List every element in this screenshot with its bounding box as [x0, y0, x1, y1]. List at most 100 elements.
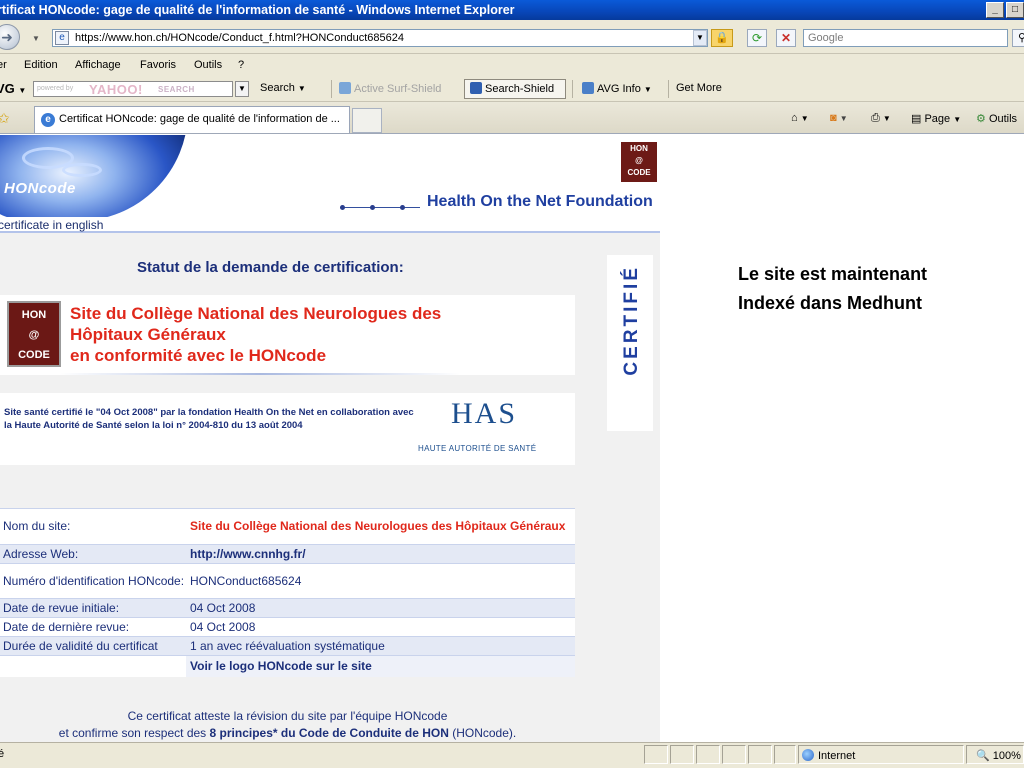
avg-info-icon: [582, 82, 594, 94]
refresh-button[interactable]: ⟳: [747, 29, 767, 47]
table-row: Nom du site: Site du Collège National de…: [0, 508, 575, 544]
menu-fichier[interactable]: er: [0, 59, 7, 71]
yahoo-search-dropdown[interactable]: ▼: [235, 81, 249, 97]
menu-affichage[interactable]: Affichage: [75, 59, 121, 71]
table-row: Durée de validité du certificat 1 an ave…: [0, 636, 575, 655]
view-logo-link[interactable]: Voir le logo HONcode sur le site: [186, 656, 575, 677]
attestation-text: Ce certificat atteste la révision du sit…: [0, 708, 575, 742]
search-shield-label[interactable]: Search-Shield: [470, 82, 554, 95]
status-cell: [774, 745, 796, 764]
status-text: é: [0, 748, 5, 760]
favorites-star-icon[interactable]: ✩: [0, 110, 10, 127]
banner-line: [340, 207, 420, 208]
avg-logo[interactable]: VG ▼: [0, 81, 26, 96]
yahoo-search-label: SEARCH: [158, 85, 195, 94]
search-icon: ⚲: [1017, 32, 1024, 44]
tools-menu-button[interactable]: ⚙ Outils: [976, 112, 1017, 125]
stop-icon: ✕: [780, 31, 792, 45]
menu-favoris[interactable]: Favoris: [140, 59, 176, 71]
print-button[interactable]: ⎙ ▼: [871, 112, 891, 125]
table-value-initial-date: 04 Oct 2008: [186, 599, 575, 617]
search-input[interactable]: Google: [803, 29, 1008, 47]
site-status-block: HON @ CODE Site du Collège National des …: [0, 295, 575, 375]
honcode-brand: HONcode: [4, 180, 76, 197]
website-link[interactable]: http://www.cnnhg.fr/: [186, 545, 575, 563]
menu-edition[interactable]: Edition: [24, 59, 58, 71]
medhunt-note-line-2: Indexé dans Medhunt: [738, 293, 923, 313]
address-bar[interactable]: e https://www.hon.ch/HONcode/Conduct_f.h…: [52, 29, 708, 47]
new-tab-button[interactable]: [352, 108, 382, 133]
zoom-level[interactable]: 🔍 100%: [976, 749, 1021, 762]
banner-dot: [340, 205, 345, 210]
tab-label: Certificat HONcode: gage de qualité de l…: [59, 113, 340, 125]
tab-bar: ✩ e Certificat HONcode: gage de qualité …: [0, 102, 1024, 134]
certificate-in-english-link[interactable]: certificate in english: [0, 218, 103, 232]
certifie-text: CERTIFIÉ: [621, 265, 642, 376]
active-surf-shield-button[interactable]: Active Surf-Shield: [339, 82, 441, 95]
recent-pages-dropdown[interactable]: ▼: [32, 34, 40, 43]
feeds-button[interactable]: ◙ ▼: [830, 112, 848, 124]
printer-icon: ⎙: [871, 112, 880, 124]
avg-info-button[interactable]: AVG Info ▼: [582, 82, 652, 95]
maximize-button[interactable]: □: [1006, 2, 1024, 18]
table-label: Date de dernière revue:: [0, 618, 186, 636]
has-logo[interactable]: HAS: [451, 397, 517, 431]
search-menu-button[interactable]: Search ▼: [260, 82, 306, 94]
has-certification-text: Site santé certifié le "04 Oct 2008" par…: [4, 407, 414, 431]
home-icon: ⌂: [791, 112, 798, 124]
search-button[interactable]: ⚲: [1012, 29, 1024, 47]
table-label: Adresse Web:: [0, 545, 186, 563]
statut-title: Statut de la demande de certification:: [137, 259, 404, 276]
attestation-line-2: et confirme son respect des 8 principes*…: [58, 726, 517, 740]
honcode-badge[interactable]: HON @ CODE: [621, 142, 657, 182]
language-bar: certificate in english: [0, 217, 660, 233]
hon-banner: HONcode Health On the Net Foundation HON…: [0, 135, 660, 221]
security-lock-icon[interactable]: 🔒: [711, 29, 733, 47]
table-row: Numéro d'identification HONcode: HONCond…: [0, 563, 575, 598]
banner-dot: [370, 205, 375, 210]
yahoo-powered-label: powered by: [37, 85, 74, 92]
table-row: Voir le logo HONcode sur le site: [0, 655, 575, 677]
address-url[interactable]: https://www.hon.ch/HONcode/Conduct_f.htm…: [75, 32, 404, 44]
certifie-banner: CERTIFIÉ: [607, 255, 653, 431]
get-more-button[interactable]: Get More: [676, 82, 722, 94]
menu-help[interactable]: ?: [238, 59, 244, 71]
back-button[interactable]: ➜: [0, 24, 20, 50]
table-row: Adresse Web: http://www.cnnhg.fr/: [0, 544, 575, 563]
menu-outils[interactable]: Outils: [194, 59, 222, 71]
stop-button[interactable]: ✕: [776, 29, 796, 47]
status-cell: [644, 745, 668, 764]
menu-bar: er Edition Affichage Favoris Outils ?: [0, 54, 1024, 76]
gear-icon: ⚙: [976, 113, 986, 125]
window-title-bar[interactable]: rtificat HONcode: gage de qualité de l'i…: [0, 0, 1024, 20]
yahoo-search-input[interactable]: powered by YAHOO! SEARCH: [33, 81, 233, 97]
toolbar-separator: [331, 80, 332, 98]
attestation-line-1: Ce certificat atteste la révision du sit…: [127, 709, 448, 723]
minimize-button[interactable]: _: [986, 2, 1004, 18]
back-arrow-icon: ➜: [1, 29, 13, 45]
hon-ring-graphic: [62, 163, 102, 177]
medhunt-note: Le site est maintenant Indexé dans Medhu…: [738, 260, 927, 318]
yahoo-logo: YAHOO!: [89, 82, 143, 97]
address-toolbar: ➜ ▼ e https://www.hon.ch/HONcode/Conduct…: [0, 20, 1024, 54]
principles-link[interactable]: 8 principes* du Code de Conduite de HON: [210, 726, 449, 740]
rss-icon: ◙: [830, 112, 837, 124]
toolbar-separator: [572, 80, 573, 98]
page-icon: e: [55, 31, 69, 45]
table-value-site-name: Site du Collège National des Neurologues…: [186, 509, 575, 544]
hon-certificate-frame: HONcode Health On the Net Foundation HON…: [0, 135, 660, 742]
certificate-info-table: Nom du site: Site du Collège National de…: [0, 508, 575, 677]
security-zone[interactable]: Internet: [802, 749, 855, 762]
address-dropdown-button[interactable]: ▼: [693, 30, 707, 46]
table-value-validity: 1 an avec réévaluation systématique: [186, 637, 575, 655]
internet-globe-icon: [802, 749, 814, 761]
tab-honcode-certificate[interactable]: e Certificat HONcode: gage de qualité de…: [34, 106, 350, 133]
page-menu-button[interactable]: ▤ Page ▼: [911, 112, 961, 125]
table-label: [0, 656, 186, 677]
hon-foundation-title[interactable]: Health On the Net Foundation: [427, 193, 653, 211]
page-icon: ▤: [911, 113, 922, 125]
table-label: Nom du site:: [0, 509, 186, 544]
search-shield-icon: [470, 82, 482, 94]
status-cell: [722, 745, 746, 764]
home-button[interactable]: ⌂ ▼: [791, 112, 809, 124]
